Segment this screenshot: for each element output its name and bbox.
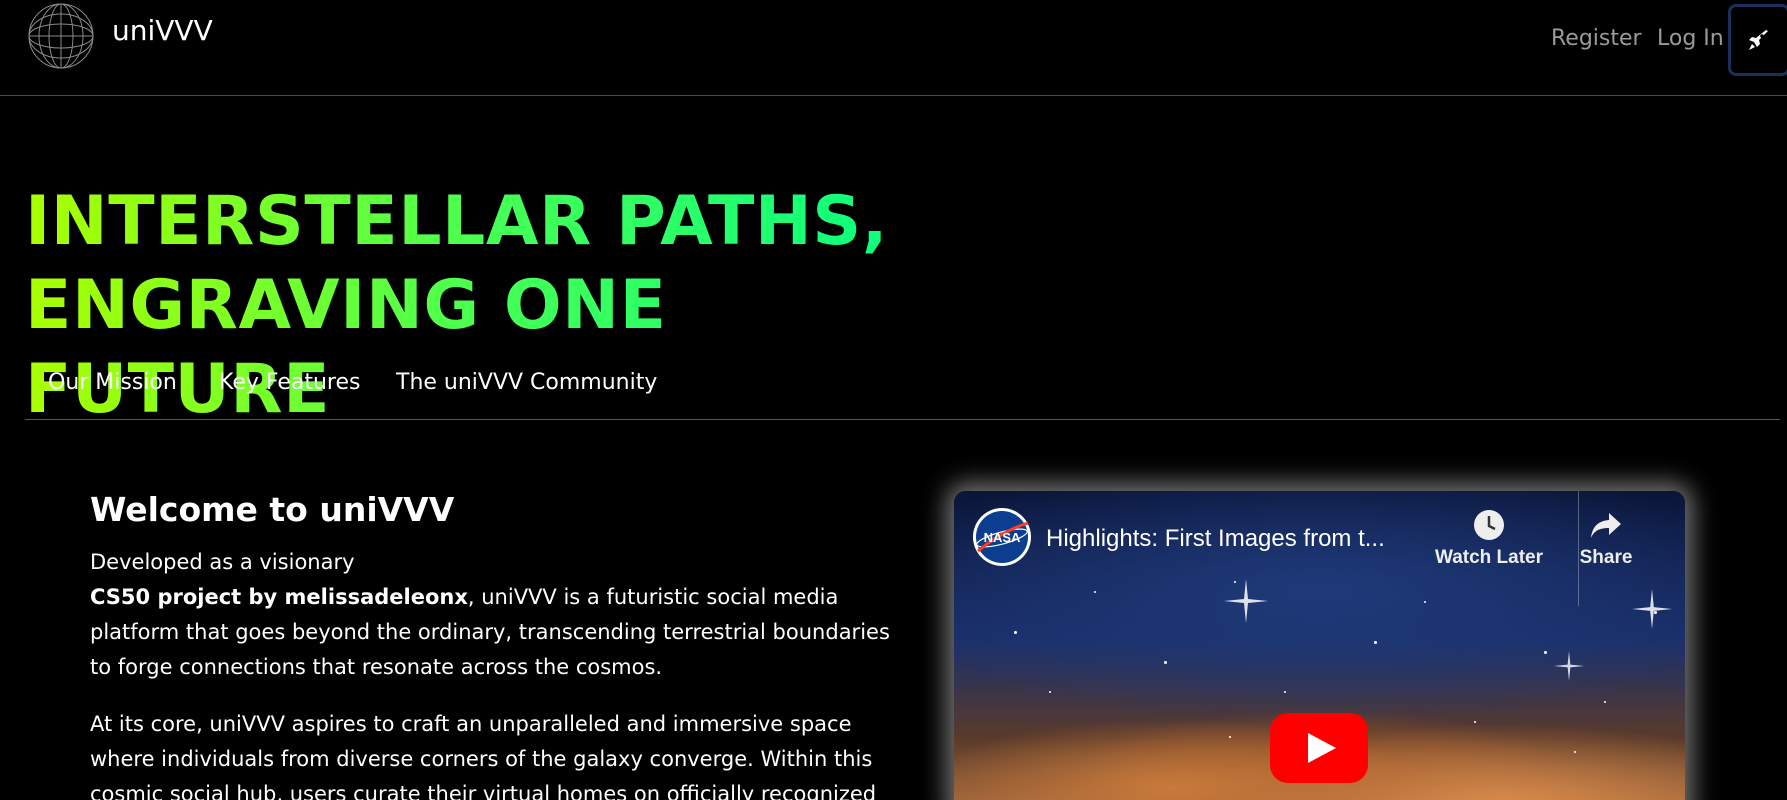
share-button[interactable]: Share xyxy=(1566,509,1646,569)
star-sparkle-icon xyxy=(1554,651,1584,681)
clock-icon xyxy=(1474,510,1504,540)
core-paragraph: At its core, uniVVV aspires to craft an … xyxy=(90,712,877,800)
share-label: Share xyxy=(1579,547,1633,568)
share-arrow-icon xyxy=(1591,513,1621,538)
star-sparkle-icon xyxy=(1632,589,1672,629)
hero-title-line1: INTERSTELLAR PATHS, xyxy=(25,182,889,261)
video-title[interactable]: Highlights: First Images from t... xyxy=(1046,525,1385,553)
theme-toggle-button[interactable] xyxy=(1728,4,1787,76)
globe-logo-icon[interactable] xyxy=(27,2,95,70)
brand-name[interactable]: uniVVV xyxy=(112,14,213,47)
svg-text:NASA: NASA xyxy=(984,530,1021,545)
watch-later-button[interactable]: Watch Later xyxy=(1432,509,1546,569)
tab-community[interactable]: The uniVVV Community xyxy=(396,370,657,395)
register-link[interactable]: Register xyxy=(1551,26,1642,51)
tab-key-features[interactable]: Key Features xyxy=(219,370,360,395)
intro-bold: CS50 project by melissadeleonx xyxy=(90,585,468,609)
welcome-heading: Welcome to uniVVV xyxy=(90,490,455,529)
tab-our-mission[interactable]: Our Mission xyxy=(48,370,177,395)
star-sparkle-icon xyxy=(1224,579,1268,623)
rocket-icon xyxy=(1749,30,1768,50)
youtube-video-embed[interactable]: NASA Highlights: First Images from t... … xyxy=(954,491,1685,800)
intro-lead: Developed as a visionary xyxy=(90,550,355,574)
youtube-play-icon[interactable] xyxy=(1270,713,1368,783)
nasa-logo-icon[interactable]: NASA xyxy=(972,507,1032,567)
login-link[interactable]: Log In xyxy=(1657,26,1724,51)
watch-later-label: Watch Later xyxy=(1434,547,1544,568)
top-navbar: uniVVV Register Log In xyxy=(0,0,1787,96)
section-tabs: Our Mission Key Features The uniVVV Comm… xyxy=(25,360,1780,420)
intro-paragraph: Developed as a visionary CS50 project by… xyxy=(90,545,890,685)
